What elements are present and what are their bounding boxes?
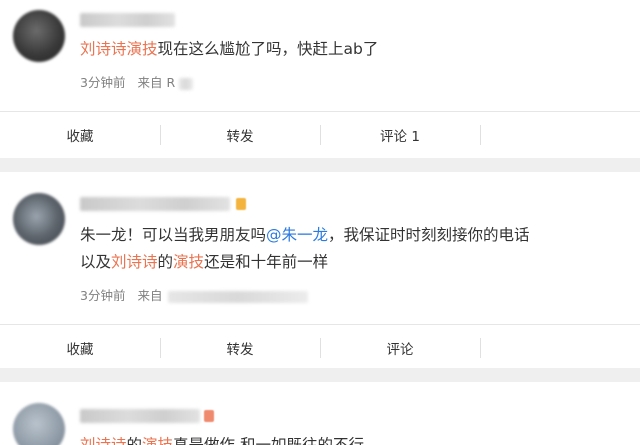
post-card: 朱一龙！可以当我男朋友吗@朱一龙，我保证时时刻刻接你的电话 以及刘诗诗的演技还是… bbox=[0, 172, 640, 368]
source-blurred bbox=[179, 77, 194, 90]
repost-label: 转发 bbox=[226, 129, 254, 145]
post-time[interactable]: 3分钟前 bbox=[80, 288, 125, 303]
post-source[interactable]: R bbox=[166, 75, 175, 90]
post-card: 刘诗诗的演技真是做作 和一如既往的不行 bbox=[0, 382, 640, 445]
avatar[interactable] bbox=[13, 403, 65, 445]
post-text-highlight[interactable]: 刘诗诗 bbox=[80, 436, 127, 445]
vip-badge-icon bbox=[204, 410, 214, 422]
post-text: 刘诗诗演技现在这么尴尬了吗，快赶上ab了 bbox=[80, 36, 378, 63]
post-text-highlight[interactable]: 刘诗诗演技 bbox=[80, 40, 158, 58]
post-text-highlight[interactable]: 刘诗诗 bbox=[111, 253, 158, 271]
post-text-body: 以及 bbox=[80, 253, 112, 271]
post-text-line: 刘诗诗的演技真是做作 和一如既往的不行 bbox=[80, 432, 364, 445]
comment-label: 评论 bbox=[386, 342, 414, 358]
post-text-body: ，我保证时时刻刻接你的电话 bbox=[328, 226, 530, 244]
username-blurred[interactable] bbox=[80, 13, 175, 27]
post-text-body: 的 bbox=[157, 253, 174, 271]
favorite-button[interactable]: 收藏 bbox=[0, 112, 160, 158]
username-blurred[interactable] bbox=[80, 409, 200, 423]
favorite-button[interactable]: 收藏 bbox=[0, 325, 160, 371]
source-blurred[interactable] bbox=[168, 290, 309, 303]
post-text-line: 以及刘诗诗的演技还是和十年前一样 bbox=[80, 249, 328, 276]
post-text-highlight[interactable]: 演技 bbox=[173, 253, 204, 271]
post-source-label: 来自 bbox=[137, 288, 163, 303]
post-text-body: 现在这么尴尬了吗，快赶上ab了 bbox=[157, 40, 379, 58]
post-meta: 3分钟前 来自 bbox=[80, 285, 309, 304]
post-meta: 3分钟前 来自 R bbox=[80, 72, 194, 91]
action-bar: 收藏 转发 评论 1 bbox=[0, 111, 640, 158]
vip-badge-icon bbox=[236, 198, 246, 210]
comment-button[interactable]: 评论 1 bbox=[320, 112, 480, 158]
action-bar: 收藏 转发 评论 bbox=[0, 324, 640, 371]
post-text-body: 还是和十年前一样 bbox=[204, 253, 329, 271]
post-text-line: 朱一龙！可以当我男朋友吗@朱一龙，我保证时时刻刻接你的电话 bbox=[80, 222, 530, 249]
post-time[interactable]: 3分钟前 bbox=[80, 75, 125, 90]
avatar[interactable] bbox=[13, 10, 65, 62]
post-source-label: 来自 bbox=[137, 75, 163, 90]
username-blurred[interactable] bbox=[80, 197, 230, 211]
post-card: 刘诗诗演技现在这么尴尬了吗，快赶上ab了 3分钟前 来自 R 收藏 转发 评论 1 bbox=[0, 0, 640, 158]
post-text-body: 真是做作 和一如既往的不行 bbox=[173, 436, 364, 445]
mention-link[interactable]: @朱一龙 bbox=[266, 226, 328, 244]
repost-button[interactable]: 转发 bbox=[160, 325, 320, 371]
like-button[interactable] bbox=[480, 325, 640, 371]
comment-button[interactable]: 评论 bbox=[320, 325, 480, 371]
avatar[interactable] bbox=[13, 193, 65, 245]
post-text-highlight[interactable]: 演技 bbox=[142, 436, 173, 445]
post-text-body: 的 bbox=[126, 436, 143, 445]
comment-label: 评论 1 bbox=[380, 129, 420, 145]
favorite-label: 收藏 bbox=[66, 342, 94, 358]
like-button[interactable] bbox=[480, 112, 640, 158]
post-text-body: 朱一龙！可以当我男朋友吗 bbox=[80, 226, 267, 244]
repost-label: 转发 bbox=[226, 342, 254, 358]
repost-button[interactable]: 转发 bbox=[160, 112, 320, 158]
favorite-label: 收藏 bbox=[66, 129, 94, 145]
